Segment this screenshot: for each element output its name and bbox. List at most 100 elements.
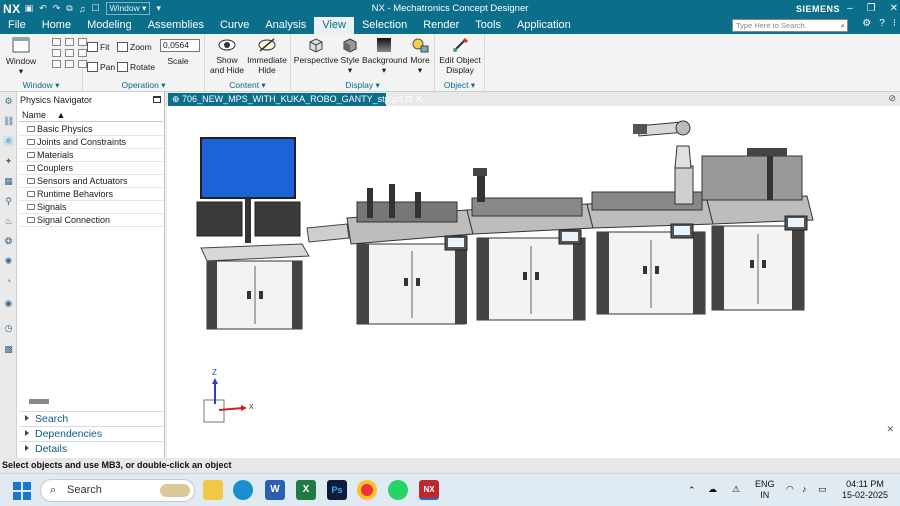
save-icon[interactable]: ▣: [25, 3, 34, 14]
window-menu-dropdown[interactable]: Window ▾: [105, 2, 151, 15]
window-button[interactable]: Window ▾: [5, 37, 37, 76]
customize-icon[interactable]: ▾: [156, 3, 161, 14]
clock[interactable]: 04:11 PM 15-02-2025: [840, 479, 890, 501]
system-materials-icon[interactable]: ▩: [3, 344, 14, 354]
menu-home[interactable]: Home: [34, 17, 79, 34]
chrome-icon[interactable]: [357, 480, 377, 500]
document-tab[interactable]: ⊕ 706_NEW_MPS_WITH_KUKA_ROBO_GANTY_stp.p…: [168, 93, 423, 106]
part-navigator-icon[interactable]: ⚲: [3, 196, 14, 206]
history-clock-icon[interactable]: ◷: [3, 323, 14, 333]
command-search-input[interactable]: Type Here to Search ⌕: [732, 19, 848, 32]
navigator-item-runtime-behaviors[interactable]: Runtime Behaviors: [19, 188, 163, 201]
menu-application[interactable]: Application: [509, 17, 579, 34]
layout-cell-icon[interactable]: [52, 38, 61, 46]
nx-taskbar-icon[interactable]: NX: [419, 480, 439, 500]
navigator-item-signals[interactable]: Signals: [19, 201, 163, 214]
language-indicator[interactable]: ENG IN: [755, 479, 775, 501]
scale-input[interactable]: 0,0564: [160, 39, 200, 52]
more-button[interactable]: More ▾: [408, 37, 432, 75]
edge-browser-icon[interactable]: [233, 480, 253, 500]
pan-label: Pan: [100, 62, 116, 72]
navigator-item-couplers[interactable]: Couplers: [19, 162, 163, 175]
menu-assemblies[interactable]: Assemblies: [140, 17, 212, 34]
mic-icon[interactable]: ♫: [79, 4, 86, 14]
settings-icon[interactable]: ⚙: [862, 18, 871, 29]
layout-cell-icon[interactable]: [65, 38, 74, 46]
maximize-icon[interactable]: [153, 96, 161, 103]
name-column-header[interactable]: Name ▲: [19, 109, 163, 122]
history-icon[interactable]: ♨: [3, 216, 14, 226]
navigator-item-joints-and-constraints[interactable]: Joints and Constraints: [19, 136, 163, 149]
wifi-icon[interactable]: ◠: [786, 484, 794, 495]
assembly-navigator-icon[interactable]: ⛓: [3, 116, 14, 126]
excel-icon[interactable]: X: [296, 480, 316, 500]
reuse-library-icon[interactable]: ❂: [3, 236, 14, 246]
search-icon[interactable]: ⌕: [841, 20, 845, 31]
visibility-icon[interactable]: ⊘: [888, 93, 896, 104]
menu-curve[interactable]: Curve: [212, 17, 257, 34]
close-icon[interactable]: ✕: [890, 3, 898, 14]
whatsapp-icon[interactable]: [388, 480, 408, 500]
battery-icon[interactable]: ▭: [818, 484, 827, 495]
file-explorer-icon[interactable]: [203, 480, 223, 500]
ribbon-group-window: Window ▾ Window ▾: [0, 34, 87, 92]
tab-close-icon[interactable]: ✕: [415, 94, 423, 104]
navigator-item-sensors-and-actuators[interactable]: Sensors and Actuators: [19, 175, 163, 188]
graphics-viewport[interactable]: Z X ✕: [167, 106, 900, 458]
constraint-navigator-icon[interactable]: ✦: [3, 156, 14, 166]
help-icon[interactable]: ?: [879, 18, 885, 29]
settings-icon[interactable]: ⚙: [3, 96, 14, 106]
speaker-icon[interactable]: ♪: [802, 484, 807, 495]
menu-overflow-icon[interactable]: ⁝: [893, 18, 896, 29]
undo-icon[interactable]: ↶: [39, 3, 47, 14]
navigator-item-signal-connection[interactable]: Signal Connection: [19, 214, 163, 227]
redo-icon[interactable]: ↷: [53, 3, 61, 14]
menu-tools[interactable]: Tools: [467, 17, 509, 34]
edit-object-display-button[interactable]: Edit Object Display: [437, 37, 483, 75]
physics-navigator-icon[interactable]: ⚛: [3, 136, 14, 146]
section-dependencies[interactable]: Dependencies: [19, 426, 163, 441]
fit-button[interactable]: Fit: [87, 42, 109, 52]
navigator-item-materials[interactable]: Materials: [19, 149, 163, 162]
style-button[interactable]: Style ▾: [339, 37, 361, 75]
layout-cell-icon[interactable]: [65, 60, 74, 68]
section-details[interactable]: Details: [19, 441, 163, 456]
background-button[interactable]: Background ▾: [362, 37, 407, 75]
menu-modeling[interactable]: Modeling: [79, 17, 140, 34]
copy-icon[interactable]: ⧉: [66, 3, 72, 14]
rotate-button[interactable]: Rotate: [117, 62, 155, 72]
zoom-button[interactable]: Zoom: [117, 42, 152, 52]
security-icon[interactable]: ⚠: [732, 484, 740, 495]
sequence-editor-icon[interactable]: ▦: [3, 176, 14, 186]
maximize-icon[interactable]: ❐: [867, 3, 876, 14]
navigator-item-basic-physics[interactable]: Basic Physics: [19, 123, 163, 136]
tray-overflow-icon[interactable]: ⌃: [688, 485, 696, 496]
windows-taskbar: ⌕ Search W X Ps NX ⌃ ☁ ⚠ ENG IN ◠ ♪ ▭ 04…: [0, 473, 900, 506]
web-browser-icon[interactable]: ◉: [3, 298, 14, 308]
layout-cell-icon[interactable]: [65, 49, 74, 57]
layout-cell-icon[interactable]: [52, 49, 61, 57]
immediate-hide-button[interactable]: Immediate Hide: [247, 37, 287, 75]
cloud-icon[interactable]: ☁: [708, 484, 717, 495]
menu-view[interactable]: View: [314, 17, 354, 34]
show-and-hide-button[interactable]: Show and Hide: [209, 37, 245, 75]
menu-analysis[interactable]: Analysis: [257, 17, 314, 34]
taskbar-search[interactable]: ⌕ Search: [40, 479, 195, 502]
section-search[interactable]: Search: [19, 411, 163, 426]
layout-cell-icon[interactable]: [52, 60, 61, 68]
menu-selection[interactable]: Selection: [354, 17, 415, 34]
perspective-button[interactable]: Perspective: [293, 37, 339, 65]
photoshop-icon[interactable]: Ps: [327, 480, 347, 500]
palette-icon[interactable]: ✺: [3, 256, 14, 266]
tab-pin-icon[interactable]: ⊡: [405, 94, 413, 104]
word-icon[interactable]: W: [265, 480, 285, 500]
touch-icon[interactable]: ☐: [91, 3, 99, 14]
role-icon[interactable]: ◔: [3, 276, 14, 286]
navigator-scrollbar-thumb[interactable]: [29, 399, 49, 404]
menu-file[interactable]: File: [0, 17, 34, 34]
pan-button[interactable]: Pan: [87, 62, 115, 72]
minimize-icon[interactable]: –: [847, 3, 853, 14]
windows-start-icon[interactable]: [13, 482, 31, 500]
menu-render[interactable]: Render: [415, 17, 467, 34]
viewport-close-icon[interactable]: ✕: [886, 424, 894, 435]
